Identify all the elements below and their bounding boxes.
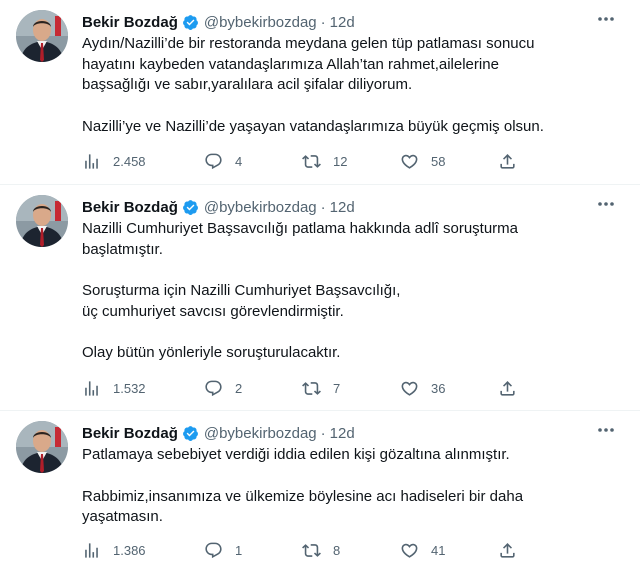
avatar[interactable] — [16, 10, 68, 62]
like-count: 41 — [431, 543, 446, 558]
more-options-icon[interactable] — [596, 423, 616, 437]
tweet[interactable]: Bekir Bozdağ @bybekirbozdag · 12d Nazill… — [0, 185, 640, 411]
more-options-icon[interactable] — [596, 197, 616, 211]
reply-count: 2 — [235, 381, 243, 396]
tweet[interactable]: Bekir Bozdağ @bybekirbozdag · 12d Aydın/… — [0, 0, 640, 185]
verified-badge-icon — [182, 14, 198, 30]
avatar[interactable] — [16, 421, 68, 473]
tweet-time[interactable]: 12d — [330, 199, 355, 216]
retweet-count: 12 — [333, 154, 348, 169]
tweet-paragraph: Nazilli Cumhuriyet Başsavcılığı patlama … — [82, 220, 519, 258]
retweet-button[interactable]: 8 — [302, 541, 400, 560]
views-button[interactable]: 2.458 — [82, 152, 204, 171]
share-icon — [500, 543, 515, 558]
views-count: 1.386 — [113, 543, 146, 558]
verified-badge-icon — [182, 425, 198, 441]
like-count: 58 — [431, 154, 446, 169]
reply-button[interactable]: 2 — [204, 379, 302, 398]
retweet-icon — [302, 544, 321, 557]
like-button[interactable]: 58 — [400, 152, 498, 171]
reply-count: 4 — [235, 154, 243, 169]
views-count: 2.458 — [113, 154, 146, 169]
tweet-paragraph: Olay bütün yönleriyle soruşturulacaktır. — [82, 344, 341, 361]
tweet-text: Aydın/Nazilli’de bir restoranda meydana … — [82, 34, 628, 137]
retweet-count: 8 — [333, 543, 341, 558]
views-count: 1.532 — [113, 381, 146, 396]
like-count: 36 — [431, 381, 446, 396]
tweet-paragraph: Soruşturma için Nazilli Cumhuriyet Başsa… — [82, 282, 401, 320]
more-options-icon[interactable] — [596, 12, 616, 26]
like-button[interactable]: 41 — [400, 541, 498, 560]
author-handle[interactable]: @bybekirbozdag — [204, 14, 317, 31]
tweet-paragraph: Aydın/Nazilli’de bir restoranda meydana … — [82, 35, 535, 93]
author-name[interactable]: Bekir Bozdağ — [82, 14, 178, 31]
reply-icon — [205, 542, 222, 559]
tweet-time[interactable]: 12d — [330, 425, 355, 442]
author-name[interactable]: Bekir Bozdağ — [82, 199, 178, 216]
retweet-button[interactable]: 12 — [302, 152, 400, 171]
views-button[interactable]: 1.532 — [82, 379, 204, 398]
reply-button[interactable]: 4 — [204, 152, 302, 171]
tweet-paragraph: Rabbimiz,insanımıza ve ülkemize böylesin… — [82, 487, 524, 526]
reply-button[interactable]: 1 — [204, 541, 302, 560]
views-icon — [85, 543, 98, 558]
author-handle[interactable]: @bybekirbozdag — [204, 199, 317, 216]
share-icon — [500, 381, 515, 396]
avatar[interactable] — [16, 195, 68, 247]
share-icon — [500, 154, 515, 169]
like-button[interactable]: 36 — [400, 379, 498, 398]
tweet-paragraph: Nazilli’ye ve Nazilli’de yaşayan vatanda… — [82, 117, 544, 135]
views-button[interactable]: 1.386 — [82, 541, 204, 560]
views-icon — [85, 381, 98, 396]
share-button[interactable] — [498, 541, 528, 560]
tweet-text: Nazilli Cumhuriyet Başsavcılığı patlama … — [82, 219, 628, 364]
tweet-text: Patlamaya sebebiyet verdiği iddia edilen… — [82, 445, 628, 528]
retweet-icon — [302, 382, 321, 395]
reply-count: 1 — [235, 543, 243, 558]
views-icon — [85, 154, 98, 169]
reply-icon — [205, 380, 222, 397]
tweet-actions: 1.532 2 7 36 — [82, 379, 528, 398]
separator: · — [320, 13, 326, 31]
retweet-icon — [302, 155, 321, 168]
author-name[interactable]: Bekir Bozdağ — [82, 425, 178, 442]
reply-icon — [205, 153, 222, 170]
heart-icon — [401, 543, 418, 558]
heart-icon — [401, 381, 418, 396]
separator: · — [320, 424, 326, 442]
separator: · — [320, 198, 326, 216]
tweet[interactable]: Bekir Bozdağ @bybekirbozdag · 12d Patlam… — [0, 411, 640, 573]
author-handle[interactable]: @bybekirbozdag — [204, 425, 317, 442]
verified-badge-icon — [182, 199, 198, 215]
heart-icon — [401, 154, 418, 169]
retweet-button[interactable]: 7 — [302, 379, 400, 398]
tweet-actions: 1.386 1 8 41 — [82, 541, 528, 560]
share-button[interactable] — [498, 152, 528, 171]
retweet-count: 7 — [333, 381, 341, 396]
tweet-time[interactable]: 12d — [330, 14, 355, 31]
share-button[interactable] — [498, 379, 528, 398]
tweet-paragraph: Patlamaya sebebiyet verdiği iddia edilen… — [82, 446, 510, 463]
tweet-actions: 2.458 4 12 58 — [82, 152, 528, 171]
